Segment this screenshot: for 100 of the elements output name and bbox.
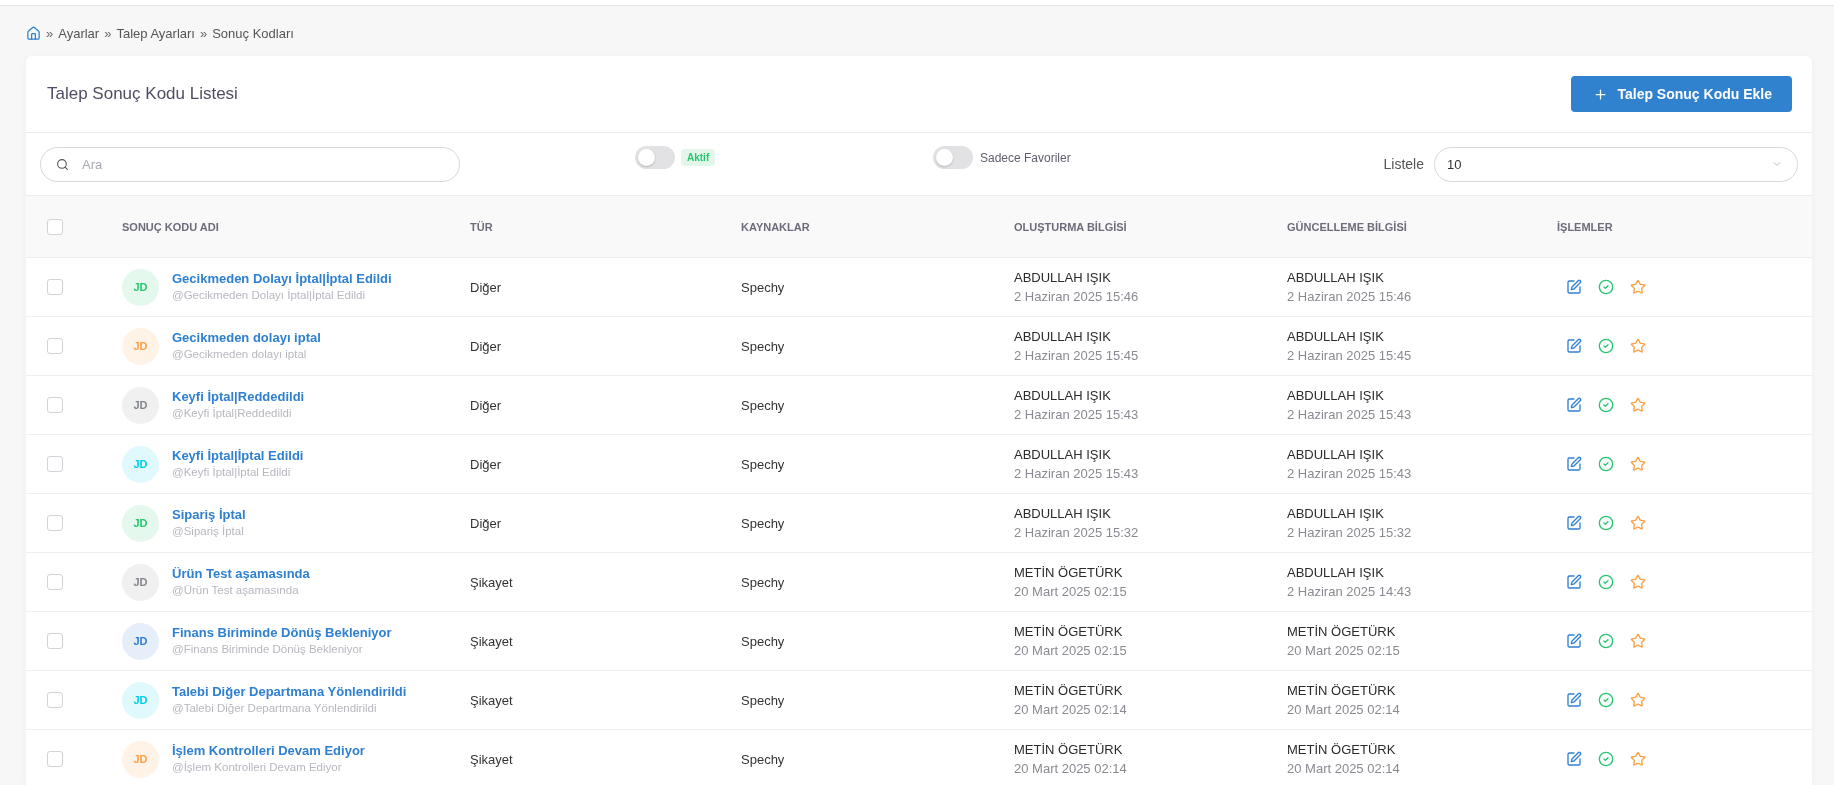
updated-date: 2 Haziran 2025 14:43: [1287, 583, 1413, 600]
check-circle-icon[interactable]: [1598, 692, 1614, 708]
code-handle: @İşlem Kontrolleri Devam Ediyor: [172, 760, 343, 775]
table-cell-text: Spechy: [741, 515, 786, 531]
code-handle: @Ürün Test aşamasında: [172, 583, 300, 598]
row-checkbox[interactable]: [47, 574, 63, 590]
result-code-link[interactable]: Gecikmeden Dolayı İptal|İptal Edildi: [172, 271, 392, 287]
row-checkbox[interactable]: [47, 515, 63, 531]
updater-name: ABDULLAH IŞIK: [1287, 564, 1385, 581]
code-handle: @Talebi Diğer Departmana Yönlendirildi: [172, 701, 378, 716]
updater-name: METİN ÖGETÜRK: [1287, 623, 1397, 640]
table-cell-text: Diğer: [470, 338, 503, 354]
code-handle: @Keyfi İptal|Reddedildi: [172, 406, 293, 421]
pencil-square-icon[interactable]: [1566, 692, 1582, 708]
check-circle-icon[interactable]: [1598, 515, 1614, 531]
table-cell-text: Şikayet: [470, 692, 514, 708]
star-icon[interactable]: [1630, 515, 1646, 531]
result-code-link[interactable]: Keyfi İptal|Reddedildi: [172, 389, 305, 405]
star-icon[interactable]: [1630, 397, 1646, 413]
result-code-link[interactable]: Keyfi İptal|İptal Edildi: [172, 448, 304, 464]
updater-name: ABDULLAH IŞIK: [1287, 446, 1385, 463]
active-switch[interactable]: [635, 146, 675, 169]
status-badge: Aktif: [681, 149, 716, 166]
updated-date: 2 Haziran 2025 15:43: [1287, 406, 1413, 423]
pencil-square-icon[interactable]: [1566, 633, 1582, 649]
pencil-square-icon[interactable]: [1566, 751, 1582, 767]
updated-date: 2 Haziran 2025 15:46: [1287, 288, 1413, 305]
favorites-switch[interactable]: [933, 146, 973, 169]
house-icon[interactable]: [26, 25, 41, 41]
star-icon[interactable]: [1630, 633, 1646, 649]
avatar: JD: [122, 681, 159, 719]
check-circle-icon[interactable]: [1598, 574, 1614, 590]
select-all-checkbox[interactable]: [47, 218, 63, 235]
table-cell-text: Spechy: [741, 338, 786, 354]
creator-name: METİN ÖGETÜRK: [1014, 564, 1124, 581]
column-header: İŞLEMLER: [1557, 220, 1614, 233]
updater-name: ABDULLAH IŞIK: [1287, 387, 1385, 404]
avatar: JD: [122, 327, 159, 365]
result-code-link[interactable]: Ürün Test aşamasında: [172, 566, 310, 582]
table-cell-text: Spechy: [741, 751, 786, 767]
pencil-square-icon[interactable]: [1566, 456, 1582, 472]
created-date: 2 Haziran 2025 15:46: [1014, 288, 1140, 305]
table-cell-text: Şikayet: [470, 574, 514, 590]
breadcrumb-current: Sonuç Kodları: [212, 25, 294, 41]
breadcrumb-link[interactable]: Ayarlar: [58, 25, 100, 41]
search-field[interactable]: Ara: [40, 146, 460, 182]
result-code-link[interactable]: Gecikmeden dolayı iptal: [172, 330, 321, 346]
row-checkbox[interactable]: [47, 692, 63, 708]
search-icon: [56, 157, 69, 171]
row-checkbox[interactable]: [47, 456, 63, 472]
page-size-label: Listele: [1383, 156, 1424, 172]
star-icon[interactable]: [1630, 574, 1646, 590]
result-code-link[interactable]: İşlem Kontrolleri Devam Ediyor: [172, 743, 365, 759]
star-icon[interactable]: [1630, 456, 1646, 472]
updater-name: METİN ÖGETÜRK: [1287, 741, 1397, 758]
star-icon[interactable]: [1630, 751, 1646, 767]
created-date: 20 Mart 2025 02:14: [1014, 701, 1128, 718]
created-date: 20 Mart 2025 02:15: [1014, 583, 1128, 600]
created-date: 20 Mart 2025 02:15: [1014, 642, 1128, 659]
creator-name: ABDULLAH IŞIK: [1014, 328, 1112, 345]
check-circle-icon[interactable]: [1598, 338, 1614, 354]
pencil-square-icon[interactable]: [1566, 574, 1582, 590]
creator-name: METİN ÖGETÜRK: [1014, 682, 1124, 699]
code-handle: @Finans Biriminde Dönüş Bekleniyor: [172, 642, 364, 657]
add-button[interactable]: Talep Sonuç Kodu Ekle: [1571, 76, 1792, 112]
table-cell-text: Spechy: [741, 397, 786, 413]
pencil-square-icon[interactable]: [1566, 397, 1582, 413]
column-header: KAYNAKLAR: [741, 220, 811, 233]
plus-icon: [1593, 86, 1609, 102]
check-circle-icon[interactable]: [1598, 633, 1614, 649]
page-size-select[interactable]: 10: [1434, 146, 1798, 182]
switch-label: Sadece Favoriler: [980, 150, 1071, 165]
table-cell-text: Şikayet: [470, 633, 514, 649]
table-cell-text: Diğer: [470, 456, 503, 472]
row-checkbox[interactable]: [47, 751, 63, 767]
row-checkbox[interactable]: [47, 338, 63, 354]
check-circle-icon[interactable]: [1598, 397, 1614, 413]
star-icon[interactable]: [1630, 279, 1646, 295]
avatar: JD: [122, 622, 159, 660]
updated-date: 20 Mart 2025 02:14: [1287, 760, 1401, 777]
pencil-square-icon[interactable]: [1566, 279, 1582, 295]
breadcrumb-link[interactable]: Talep Ayarları: [116, 25, 195, 41]
result-code-link[interactable]: Sipariş İptal: [172, 507, 246, 523]
row-checkbox[interactable]: [47, 633, 63, 649]
star-icon[interactable]: [1630, 338, 1646, 354]
row-checkbox[interactable]: [47, 397, 63, 413]
result-code-link[interactable]: Finans Biriminde Dönüş Bekleniyor: [172, 625, 392, 641]
check-circle-icon[interactable]: [1598, 751, 1614, 767]
table-cell-text: Diğer: [470, 279, 503, 295]
table-cell-text: Spechy: [741, 692, 786, 708]
check-circle-icon[interactable]: [1598, 279, 1614, 295]
pencil-square-icon[interactable]: [1566, 515, 1582, 531]
avatar: JD: [122, 504, 159, 542]
avatar: JD: [122, 740, 159, 778]
result-code-link[interactable]: Talebi Diğer Departmana Yönlendirildi: [172, 684, 407, 700]
check-circle-icon[interactable]: [1598, 456, 1614, 472]
pencil-square-icon[interactable]: [1566, 338, 1582, 354]
star-icon[interactable]: [1630, 692, 1646, 708]
row-checkbox[interactable]: [47, 279, 63, 295]
creator-name: METİN ÖGETÜRK: [1014, 623, 1124, 640]
